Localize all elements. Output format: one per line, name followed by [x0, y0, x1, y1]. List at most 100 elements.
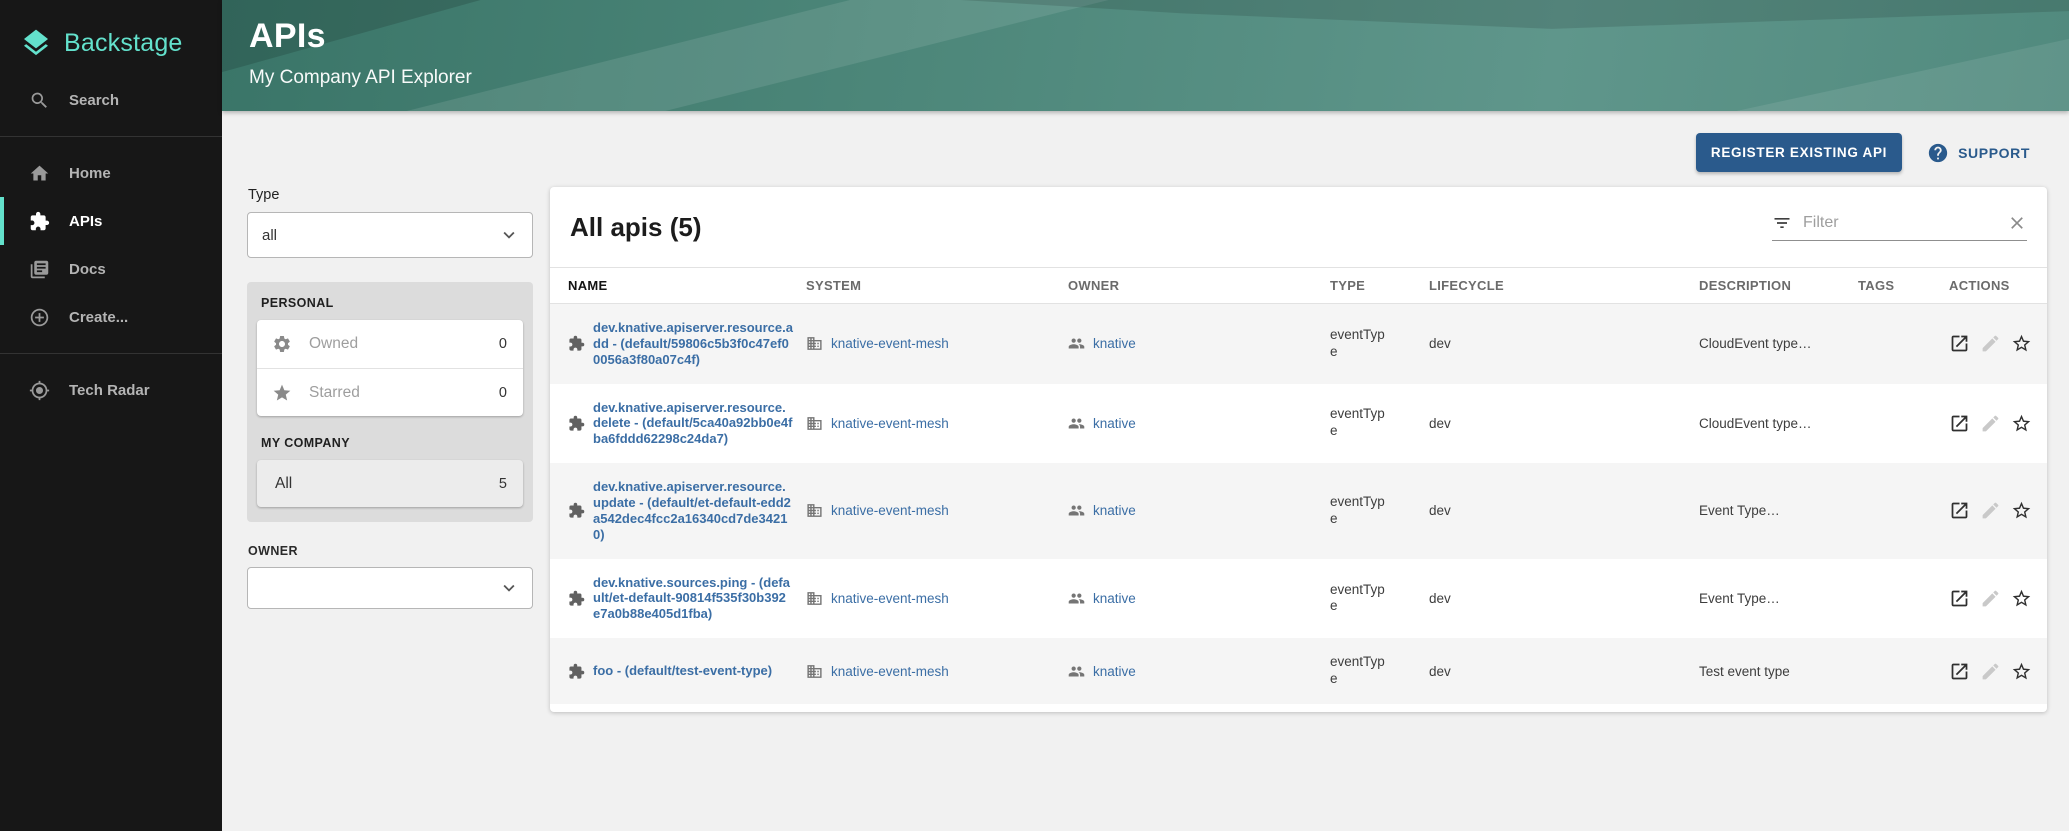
column-header-actions: ACTIONS [1949, 268, 2047, 304]
star-outline-icon[interactable] [2011, 333, 2032, 354]
clear-filter-icon[interactable] [2007, 213, 2027, 233]
backstage-logo-icon [20, 27, 52, 59]
table-filter-input[interactable] [1803, 214, 1996, 232]
owner-link[interactable]: knative [1093, 336, 1136, 351]
lifecycle-cell: dev [1429, 559, 1699, 639]
sidebar-item-label: Search [69, 92, 119, 109]
api-name-link[interactable]: dev.knative.apiserver.resource.update - … [593, 479, 793, 542]
api-puzzle-icon [568, 415, 585, 432]
docs-icon [29, 259, 50, 280]
column-header-tags[interactable]: TAGS [1858, 268, 1949, 304]
tags-cell [1858, 304, 1949, 384]
owner-link[interactable]: knative [1093, 503, 1136, 518]
all-label: All [275, 475, 292, 493]
owner-link[interactable]: knative [1093, 416, 1136, 431]
edit-pencil-icon[interactable] [1980, 413, 2001, 434]
api-name-link[interactable]: dev.knative.sources.ping - (default/et-d… [593, 575, 793, 623]
register-existing-api-button[interactable]: REGISTER EXISTING API [1696, 133, 1902, 172]
owner-group-icon [1068, 663, 1085, 680]
system-domain-icon [806, 590, 823, 607]
table-header: All apis (5) [550, 187, 2047, 267]
column-header-lifecycle[interactable]: LIFECYCLE [1429, 268, 1699, 304]
chevron-down-icon [498, 224, 520, 246]
filter-starred[interactable]: Starred 0 [257, 368, 523, 416]
api-puzzle-icon [568, 590, 585, 607]
column-header-description[interactable]: DESCRIPTION [1699, 268, 1858, 304]
system-link[interactable]: knative-event-mesh [831, 416, 949, 431]
open-in-new-icon[interactable] [1949, 588, 1970, 609]
api-name-link[interactable]: dev.knative.apiserver.resource.delete - … [593, 400, 793, 448]
star-outline-icon[interactable] [2011, 500, 2032, 521]
system-domain-icon [806, 335, 823, 352]
edit-pencil-icon[interactable] [1980, 333, 2001, 354]
sidebar-item-apis[interactable]: APIs [0, 197, 222, 245]
filter-owned[interactable]: Owned 0 [257, 320, 523, 368]
description-cell: CloudEvent type… [1699, 304, 1858, 384]
chevron-down-icon [498, 577, 520, 599]
sidebar-item-label: APIs [69, 213, 102, 230]
lifecycle-cell: dev [1429, 304, 1699, 384]
backstage-logo[interactable]: Backstage [0, 0, 222, 62]
puzzle-icon [29, 211, 50, 232]
lifecycle-cell: dev [1429, 463, 1699, 558]
description-cell: CloudEvent type… [1699, 384, 1858, 464]
system-link[interactable]: knative-event-mesh [831, 336, 949, 351]
starred-label: Starred [309, 384, 360, 402]
all-count: 5 [499, 476, 507, 492]
system-domain-icon [806, 415, 823, 432]
open-in-new-icon[interactable] [1949, 413, 1970, 434]
type-filter-select[interactable]: all [247, 212, 533, 258]
sidebar-item-home[interactable]: Home [0, 149, 222, 197]
sidebar-item-tech-radar[interactable]: Tech Radar [0, 366, 222, 414]
sidebar-divider [0, 353, 222, 354]
toolbar: REGISTER EXISTING API SUPPORT [222, 111, 2069, 172]
sidebar-item-label: Create... [69, 309, 128, 326]
column-header-type[interactable]: TYPE [1330, 268, 1429, 304]
target-icon [29, 380, 50, 401]
system-link[interactable]: knative-event-mesh [831, 591, 949, 606]
gear-icon [272, 334, 292, 354]
star-outline-icon[interactable] [2011, 413, 2032, 434]
sidebar-item-create[interactable]: Create... [0, 293, 222, 341]
type-cell: eventType [1330, 559, 1429, 639]
sidebar-item-docs[interactable]: Docs [0, 245, 222, 293]
tags-cell [1858, 638, 1949, 704]
description-cell: Test event type [1699, 638, 1858, 704]
owner-group-icon [1068, 415, 1085, 432]
support-button[interactable]: SUPPORT [1927, 142, 2030, 164]
open-in-new-icon[interactable] [1949, 333, 1970, 354]
personal-card: Owned 0 Starred 0 [257, 320, 523, 416]
content-area: REGISTER EXISTING API SUPPORT Type all P… [222, 111, 2069, 831]
edit-pencil-icon[interactable] [1980, 500, 2001, 521]
sidebar-item-label: Docs [69, 261, 106, 278]
sidebar-item-label: Tech Radar [69, 382, 150, 399]
table-row: dev.knative.apiserver.resource.add - (de… [550, 304, 2047, 384]
owner-link[interactable]: knative [1093, 591, 1136, 606]
sidebar-nav: Home APIs Docs Create... [0, 149, 222, 341]
filter-all[interactable]: All 5 [257, 460, 523, 507]
api-name-link[interactable]: dev.knative.apiserver.resource.add - (de… [593, 320, 793, 368]
type-filter-value: all [262, 227, 277, 244]
open-in-new-icon[interactable] [1949, 661, 1970, 682]
main-area: APIs My Company API Explorer REGISTER EX… [222, 0, 2069, 831]
table-row: dev.knative.sources.ping - (default/et-d… [550, 559, 2047, 639]
star-outline-icon[interactable] [2011, 661, 2032, 682]
sidebar-item-search[interactable]: Search [0, 76, 222, 124]
owner-filter-select[interactable] [247, 567, 533, 609]
column-header-system[interactable]: SYSTEM [806, 268, 1068, 304]
system-link[interactable]: knative-event-mesh [831, 664, 949, 679]
tags-cell [1858, 559, 1949, 639]
owner-group-icon [1068, 335, 1085, 352]
filter-list-icon [1772, 213, 1792, 233]
api-name-link[interactable]: foo - (default/test-event-type) [593, 663, 793, 679]
column-header-owner[interactable]: OWNER [1068, 268, 1330, 304]
edit-pencil-icon[interactable] [1980, 661, 2001, 682]
edit-pencil-icon[interactable] [1980, 588, 2001, 609]
owner-link[interactable]: knative [1093, 664, 1136, 679]
type-cell: eventType [1330, 463, 1429, 558]
system-link[interactable]: knative-event-mesh [831, 503, 949, 518]
table-title: All apis (5) [570, 212, 701, 243]
star-outline-icon[interactable] [2011, 588, 2032, 609]
column-header-name[interactable]: NAME [550, 268, 806, 304]
open-in-new-icon[interactable] [1949, 500, 1970, 521]
